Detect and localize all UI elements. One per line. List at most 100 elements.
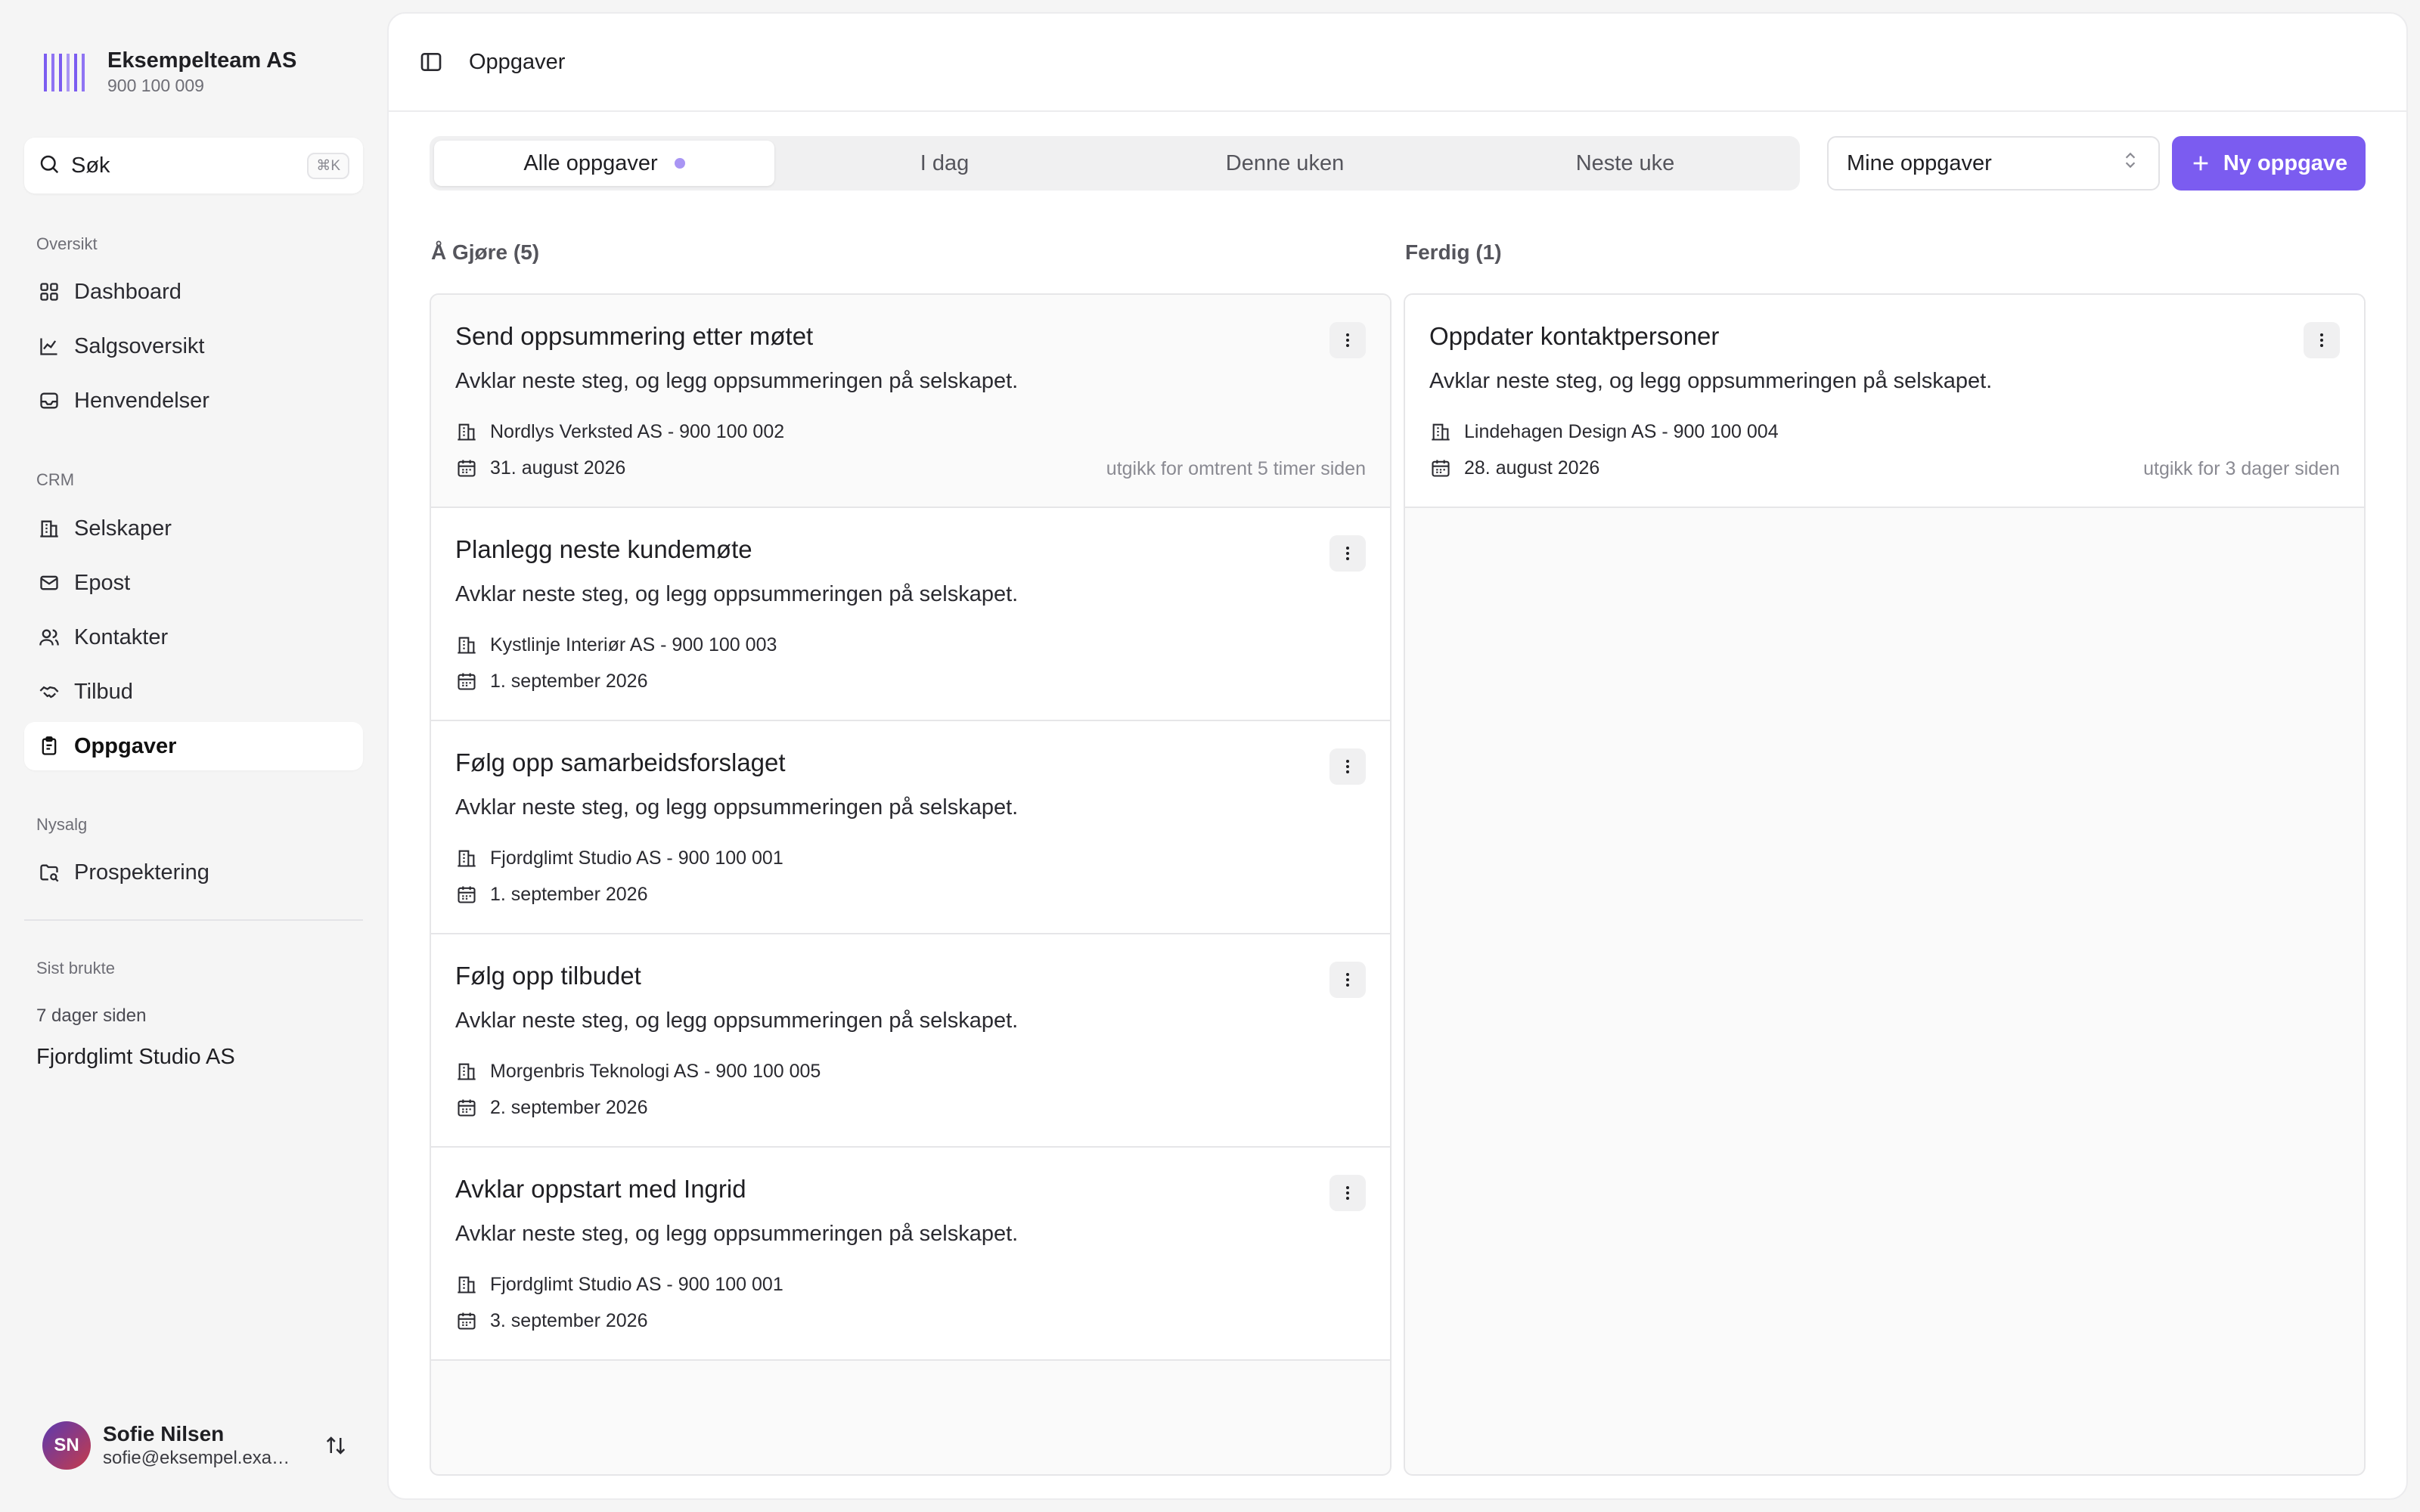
sidebar-item-label: Kontakter: [74, 624, 169, 649]
sidebar-item-dashboard[interactable]: Dashboard: [24, 268, 363, 316]
sidebar-item-label: Henvendelser: [74, 388, 209, 413]
sidebar-item-label: Selskaper: [74, 516, 172, 541]
sidebar-item-selskaper[interactable]: Selskaper: [24, 504, 363, 553]
tab-neste-uke[interactable]: Neste uke: [1455, 141, 1795, 186]
sidebar-item-kontakter[interactable]: Kontakter: [24, 613, 363, 662]
task-company[interactable]: Fjordglimt Studio AS - 900 100 001: [490, 847, 783, 869]
sidebar-item-oppgaver[interactable]: Oppgaver: [24, 722, 363, 770]
inbox-icon: [38, 389, 60, 412]
task-title: Følg opp tilbudet: [455, 962, 641, 990]
recent-item-fjordglimt[interactable]: Fjordglimt Studio AS: [36, 1045, 235, 1070]
sidebar-item-label: Salgsoversikt: [74, 333, 205, 358]
more-vertical-icon[interactable]: [1329, 322, 1366, 358]
team-logo-icon: [42, 49, 88, 94]
sidebar-item-tilbud[interactable]: Tilbud: [24, 668, 363, 716]
tab-label: Neste uke: [1575, 150, 1675, 175]
page-title: Oppgaver: [469, 49, 566, 74]
building-icon: [455, 1273, 478, 1296]
new-task-label: Ny oppgave: [2223, 150, 2348, 175]
calendar-icon: [455, 883, 478, 906]
task-date: 31. august 2026: [490, 457, 626, 479]
main-panel: Oppgaver Alle oppgaver I dag Denne uken …: [387, 12, 2408, 1500]
tab-label: Alle oppgaver: [523, 150, 658, 175]
sidebar-toggle-icon[interactable]: [416, 47, 446, 77]
plus-icon: [2190, 153, 2211, 174]
task-card[interactable]: Send oppsummering etter møtet Avklar nes…: [431, 295, 1390, 508]
active-dot: [674, 158, 685, 169]
section-label-crm: CRM: [36, 470, 75, 489]
more-vertical-icon[interactable]: [1329, 962, 1366, 998]
task-description: Avklar neste steg, og legg oppsummeringe…: [455, 582, 1019, 606]
sidebar-item-prospektering[interactable]: Prospektering: [24, 848, 363, 897]
task-card[interactable]: Avklar oppstart med Ingrid Avklar neste …: [431, 1148, 1390, 1361]
task-date: 3. september 2026: [490, 1309, 648, 1331]
folder-search-icon: [38, 861, 60, 884]
task-company[interactable]: Morgenbris Teknologi AS - 900 100 005: [490, 1061, 821, 1083]
tab-i-dag[interactable]: I dag: [774, 141, 1115, 186]
task-title: Følg opp samarbeidsforslaget: [455, 748, 786, 776]
tab-alle-oppgaver[interactable]: Alle oppgaver: [434, 141, 774, 186]
task-company[interactable]: Lindehagen Design AS - 900 100 004: [1464, 421, 1779, 443]
tab-label: I dag: [920, 150, 970, 175]
filter-tabs: Alle oppgaver I dag Denne uken Neste uke: [430, 136, 1800, 191]
user-email: sofie@eksempel.example.com: [103, 1448, 299, 1468]
task-card[interactable]: Oppdater kontaktpersoner Avklar neste st…: [1405, 295, 2364, 508]
search-shortcut: ⌘K: [307, 152, 349, 179]
tab-label: Denne uken: [1225, 150, 1345, 175]
mail-icon: [38, 572, 60, 594]
building-icon: [455, 634, 478, 656]
more-vertical-icon[interactable]: [2304, 322, 2340, 358]
calendar-icon: [455, 457, 478, 479]
task-title: Avklar oppstart med Ingrid: [455, 1175, 746, 1203]
task-description: Avklar neste steg, og legg oppsummeringe…: [455, 369, 1019, 393]
building-icon: [38, 517, 60, 540]
building-icon: [1429, 420, 1452, 443]
sidebar-item-label: Oppgaver: [74, 733, 177, 758]
team-switcher[interactable]: Eksempelteam AS 900 100 009: [42, 47, 296, 97]
task-card[interactable]: Planlegg neste kundemøte Avklar neste st…: [431, 508, 1390, 721]
search-button[interactable]: Søk ⌘K: [24, 138, 363, 194]
tab-denne-uken[interactable]: Denne uken: [1115, 141, 1455, 186]
building-icon: [455, 847, 478, 869]
task-title: Planlegg neste kundemøte: [455, 535, 752, 563]
clipboard-icon: [38, 735, 60, 758]
task-company[interactable]: Fjordglimt Studio AS - 900 100 001: [490, 1274, 783, 1296]
task-company[interactable]: Nordlys Verksted AS - 900 100 002: [490, 421, 784, 443]
task-card[interactable]: Følg opp tilbudet Avklar neste steg, og …: [431, 934, 1390, 1148]
new-task-button[interactable]: Ny oppgave: [2172, 136, 2366, 191]
chevrons-up-down-icon[interactable]: [321, 1430, 351, 1461]
user-menu[interactable]: SN Sofie Nilsen sofie@eksempel.example.c…: [42, 1418, 351, 1473]
task-description: Avklar neste steg, og legg oppsummeringe…: [455, 1009, 1019, 1033]
task-due-status: utgikk for omtrent 5 timer siden: [1106, 458, 1366, 479]
calendar-icon: [455, 1096, 478, 1119]
sidebar-item-salgsoversikt[interactable]: Salgsoversikt: [24, 322, 363, 370]
team-name: Eksempelteam AS: [107, 48, 297, 73]
more-vertical-icon[interactable]: [1329, 535, 1366, 572]
assignee-select[interactable]: Mine oppgaver: [1827, 136, 2160, 191]
task-description: Avklar neste steg, og legg oppsummeringe…: [1429, 369, 1993, 393]
section-label-recent: Sist brukte: [36, 959, 115, 978]
sidebar-item-label: Prospektering: [74, 860, 209, 885]
dashboard-icon: [38, 280, 60, 303]
sidebar: Eksempelteam AS 900 100 009 Søk ⌘K Overs…: [0, 0, 387, 1512]
topbar: Oppgaver: [389, 14, 2406, 112]
sidebar-divider: [24, 919, 363, 921]
recent-time: 7 dager siden: [36, 1005, 147, 1026]
sidebar-item-epost[interactable]: Epost: [24, 559, 363, 607]
sidebar-item-label: Dashboard: [74, 279, 182, 304]
sidebar-item-label: Epost: [74, 570, 131, 595]
sidebar-item-label: Tilbud: [74, 679, 133, 704]
task-date: 1. september 2026: [490, 670, 648, 692]
chevrons-up-down-icon: [2121, 150, 2140, 176]
more-vertical-icon[interactable]: [1329, 748, 1366, 785]
task-company[interactable]: Kystlinje Interiør AS - 900 100 003: [490, 634, 777, 656]
task-title: Send oppsummering etter møtet: [455, 322, 814, 350]
team-org-number: 900 100 009: [107, 76, 204, 95]
column-title-todo: Å Gjøre (5): [431, 240, 540, 264]
task-card[interactable]: Følg opp samarbeidsforslaget Avklar nest…: [431, 721, 1390, 934]
section-label-overview: Oversikt: [36, 234, 98, 253]
sidebar-item-henvendelser[interactable]: Henvendelser: [24, 376, 363, 425]
more-vertical-icon[interactable]: [1329, 1175, 1366, 1211]
column-done: Oppdater kontaktpersoner Avklar neste st…: [1404, 293, 2366, 1476]
handshake-icon: [38, 680, 60, 703]
